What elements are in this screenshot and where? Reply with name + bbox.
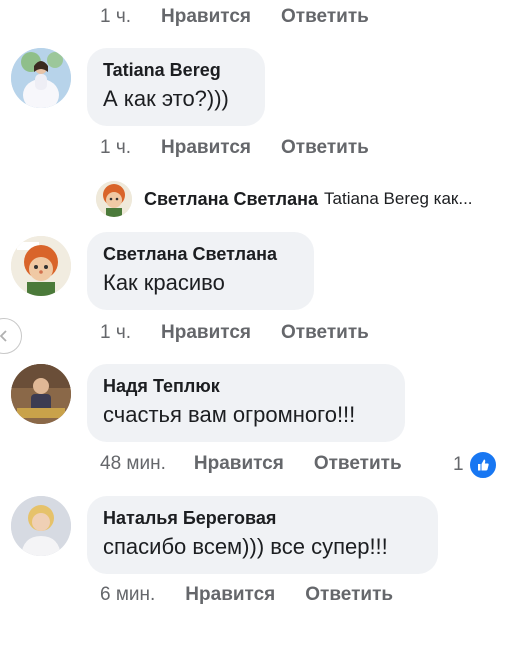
comment-text: счастья вам огромного!!! — [103, 402, 356, 427]
reply-link[interactable]: Ответить — [314, 453, 402, 475]
comment-bubble: Надя Теплюк счастья вам огромного!!! — [87, 364, 405, 442]
thumbs-up-icon — [477, 459, 489, 471]
like-link[interactable]: Нравится — [185, 584, 275, 606]
comment-author[interactable]: Надя Теплюк — [103, 375, 389, 397]
reply-link[interactable]: Ответить — [281, 137, 369, 159]
comment-time[interactable]: 6 мин. — [100, 584, 155, 606]
reply-snippet: Tatiana Bereg как... — [324, 189, 473, 208]
comment-time[interactable]: 1 ч. — [100, 137, 131, 159]
reply-link[interactable]: Ответить — [281, 6, 369, 28]
avatar-image — [11, 496, 71, 556]
comment-text: Как красиво — [103, 270, 225, 295]
reply-avatar — [96, 181, 132, 217]
avatar[interactable] — [11, 236, 71, 296]
comment-actions: 1 ч. Нравится Ответить — [100, 6, 399, 28]
comment-author[interactable]: Tatiana Bereg — [103, 59, 249, 81]
comment-bubble: Tatiana Bereg А как это?))) — [87, 48, 265, 126]
avatar[interactable] — [11, 496, 71, 556]
comment-actions: 48 мин. Нравится Ответить — [100, 453, 432, 475]
reply-link[interactable]: Ответить — [305, 584, 393, 606]
doll-avatar-image — [11, 236, 71, 296]
comment-time[interactable]: 48 мин. — [100, 453, 166, 475]
reaction-count: 1 — [453, 454, 464, 475]
doll-avatar-image — [96, 181, 132, 217]
comment-bubble: Светлана Светлана Как красиво — [87, 232, 314, 310]
like-link[interactable]: Нравится — [194, 453, 284, 475]
avatar-image — [11, 48, 71, 108]
chevron-left-icon — [0, 330, 7, 342]
comment-bubble: Наталья Береговая спасибо всем))) все су… — [87, 496, 438, 574]
comment-time[interactable]: 1 ч. — [100, 322, 131, 344]
reply-author[interactable]: Светлана Светлана — [144, 189, 318, 210]
comment-time[interactable]: 1 ч. — [100, 6, 131, 28]
avatar[interactable] — [11, 48, 71, 108]
avatar[interactable] — [11, 364, 71, 424]
comment-author[interactable]: Наталья Береговая — [103, 507, 422, 529]
comment-text: спасибо всем))) все супер!!! — [103, 534, 388, 559]
like-link[interactable]: Нравится — [161, 322, 251, 344]
like-link[interactable]: Нравится — [161, 6, 251, 28]
comment-author[interactable]: Светлана Светлана — [103, 243, 298, 265]
avatar-image — [11, 364, 71, 424]
comment-text: А как это?))) — [103, 86, 229, 111]
comment-actions: 1 ч. Нравится Ответить — [100, 322, 399, 344]
comment-actions: 6 мин. Нравится Ответить — [100, 584, 423, 606]
like-link[interactable]: Нравится — [161, 137, 251, 159]
like-reaction-icon — [467, 450, 498, 480]
comment-actions: 1 ч. Нравится Ответить — [100, 137, 399, 159]
reply-link[interactable]: Ответить — [281, 322, 369, 344]
reaction-summary[interactable]: 1 — [453, 450, 498, 480]
previous-button[interactable] — [0, 318, 22, 354]
collapsed-reply[interactable]: Светлана Светлана Tatiana Bereg как... — [96, 181, 473, 217]
